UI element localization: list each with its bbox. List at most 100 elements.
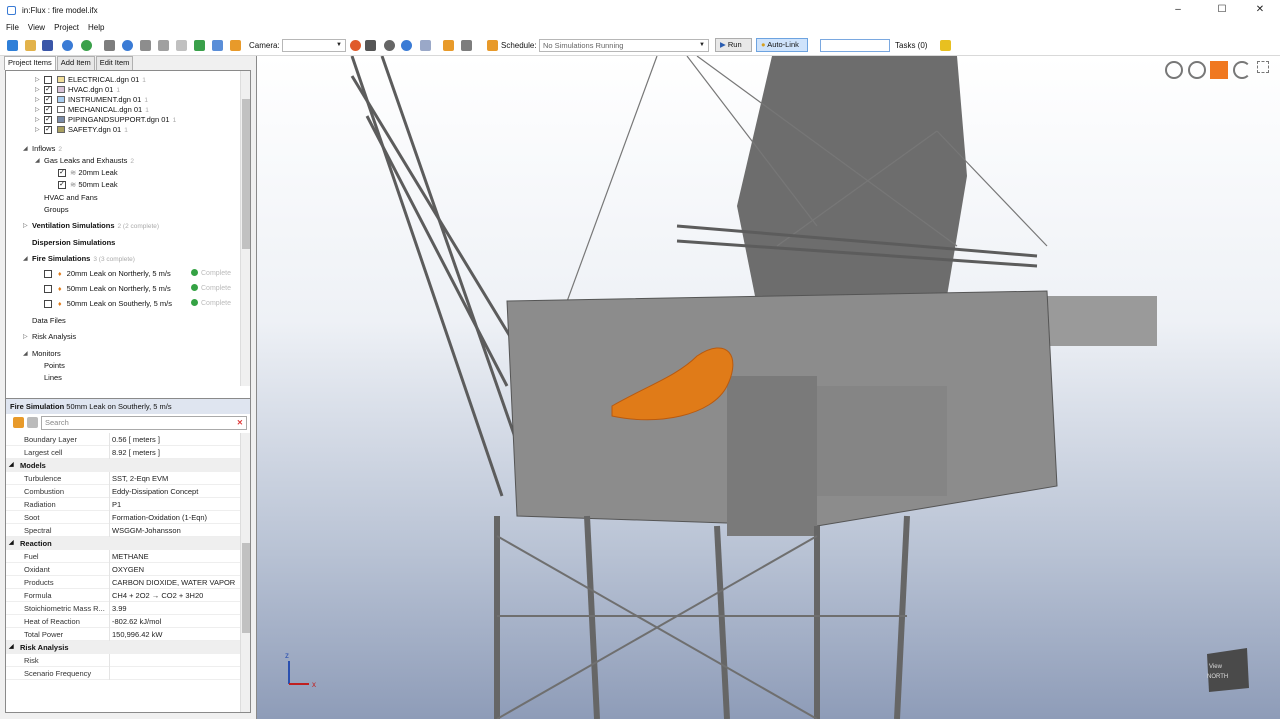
tree-dispersion[interactable]: Dispersion Simulations (32, 237, 115, 249)
line-icon[interactable] (140, 40, 151, 51)
menu-view[interactable]: View (28, 23, 45, 32)
fire-sim-checkbox[interactable] (44, 300, 52, 308)
run-button[interactable]: ▶ Run (715, 38, 752, 52)
orbit-icon[interactable] (384, 40, 395, 51)
tree-fire[interactable]: ◢ Fire Simulations 3 (3 complete) (23, 253, 135, 265)
property-row[interactable]: Boundary Layer 0.56 [ meters ] (6, 433, 240, 446)
pan-icon[interactable] (1210, 61, 1228, 79)
tree-scroll-thumb[interactable] (242, 99, 250, 249)
tree-ventilation[interactable]: ▷ Ventilation Simulations 2 (2 complete) (23, 220, 159, 232)
property-row[interactable]: Spectral WSGGM-Johansson (6, 524, 240, 537)
fan-icon[interactable] (158, 40, 169, 51)
tree-leak-50mm[interactable]: ✓ ≋ 50mm Leak (58, 179, 118, 191)
leak-50mm-checkbox[interactable]: ✓ (58, 181, 66, 189)
collapse-icon[interactable]: ◢ (9, 641, 14, 654)
auto-link-button[interactable]: ● Auto-Link (756, 38, 808, 52)
tree-scrollbar[interactable] (240, 71, 250, 386)
maximize-button[interactable]: ☐ (1206, 0, 1238, 20)
property-category[interactable]: ◢ Reaction (6, 537, 240, 550)
tree-points[interactable]: Points (44, 360, 65, 372)
tab-edit-item[interactable]: Edit Item (95, 56, 134, 70)
collapse-icon[interactable]: ◢ (23, 253, 28, 265)
collapse-icon[interactable]: ◢ (23, 348, 28, 360)
tree-leak-20mm[interactable]: ✓ ≋ 20mm Leak (58, 167, 118, 179)
tasks-label[interactable]: Tasks (0) (895, 41, 927, 50)
save-icon[interactable] (42, 40, 53, 51)
tree-hvac-fans[interactable]: HVAC and Fans (44, 192, 98, 204)
expand-icon[interactable]: ▷ (35, 124, 40, 136)
tree-inflows[interactable]: ◢ Inflows 2 (23, 143, 62, 155)
camera-icon[interactable] (365, 40, 376, 51)
tree-dgn-item[interactable]: ▷ ✓ SAFETY.dgn 01 1 (35, 124, 128, 136)
layers-icon[interactable] (194, 40, 205, 51)
property-search-input[interactable]: Search ✕ (41, 416, 247, 430)
rotate-icon[interactable] (1233, 61, 1251, 79)
fire-sim-checkbox[interactable] (44, 270, 52, 278)
clear-icon[interactable]: ✕ (237, 417, 243, 429)
tree-fire-simulation[interactable]: ♦ 50mm Leak on Southerly, 5 m/s (44, 298, 172, 310)
property-row[interactable]: Formula CH4 + 2O2 → CO2 + 3H20 (6, 589, 240, 602)
property-row[interactable]: Turbulence SST, 2-Eqn EVM (6, 472, 240, 485)
minimize-button[interactable]: – (1162, 0, 1194, 20)
stack-icon[interactable] (212, 40, 223, 51)
tree-lines[interactable]: Lines (44, 372, 62, 384)
dgn-checkbox[interactable]: ✓ (44, 126, 52, 134)
categorized-icon[interactable] (13, 417, 24, 428)
property-row[interactable]: Total Power 150,996.42 kW (6, 628, 240, 641)
grid-icon[interactable] (104, 40, 115, 51)
collapse-icon[interactable]: ◢ (9, 537, 14, 550)
cursor-icon[interactable] (461, 40, 472, 51)
expand-icon[interactable]: ▷ (23, 220, 28, 232)
dgn-checkbox[interactable]: ✓ (44, 96, 52, 104)
tree-gas-leaks[interactable]: ◢ Gas Leaks and Exhausts 2 (35, 155, 134, 167)
add-icon[interactable] (81, 40, 92, 51)
property-row[interactable]: Oxidant OXYGEN (6, 563, 240, 576)
expand-icon[interactable]: ▷ (23, 331, 28, 343)
property-row[interactable]: Products CARBON DIOXIDE, WATER VAPOR (6, 576, 240, 589)
leak-20mm-checkbox[interactable]: ✓ (58, 169, 66, 177)
fullscreen-icon[interactable] (1257, 61, 1269, 73)
view-icon[interactable] (420, 40, 431, 51)
tree-monitors[interactable]: ◢ Monitors (23, 348, 61, 360)
reset-icon[interactable] (350, 40, 361, 51)
chart-icon[interactable] (230, 40, 241, 51)
pencil-icon[interactable] (940, 40, 951, 51)
collapse-icon[interactable]: ◢ (35, 155, 40, 167)
view-cube[interactable] (1207, 648, 1249, 692)
tree-fire-simulation[interactable]: ♦ 50mm Leak on Northerly, 5 m/s (44, 283, 171, 295)
property-row[interactable]: Soot Formation-Oxidation (1-Eqn) (6, 511, 240, 524)
property-scroll-thumb[interactable] (242, 543, 250, 633)
camera-select[interactable]: ▼ (282, 39, 346, 52)
tree-data-files[interactable]: Data Files (32, 315, 66, 327)
tree-groups[interactable]: Groups (44, 204, 69, 216)
fire-sim-checkbox[interactable] (44, 285, 52, 293)
tree-fire-simulation[interactable]: ♦ 20mm Leak on Northerly, 5 m/s (44, 268, 171, 280)
tree-icon[interactable] (443, 40, 454, 51)
close-window-button[interactable]: ✕ (1244, 0, 1276, 20)
zoom-extents-icon[interactable] (1165, 61, 1183, 79)
menu-project[interactable]: Project (54, 23, 79, 32)
target-icon[interactable] (122, 40, 133, 51)
property-scrollbar[interactable] (240, 433, 250, 712)
dgn-checkbox[interactable] (44, 76, 52, 84)
property-row[interactable]: Radiation P1 (6, 498, 240, 511)
property-category[interactable]: ◢ Risk Analysis (6, 641, 240, 654)
focus-icon[interactable] (401, 40, 412, 51)
tab-add-item[interactable]: Add Item (56, 56, 95, 70)
dgn-checkbox[interactable]: ✓ (44, 86, 52, 94)
property-row[interactable]: Largest cell 8.92 [ meters ] (6, 446, 240, 459)
property-row[interactable]: Stoichiometric Mass R... 3.99 (6, 602, 240, 615)
zoom-icon[interactable] (1188, 61, 1206, 79)
property-row[interactable]: Scenario Frequency (6, 667, 240, 680)
cloud-icon[interactable] (176, 40, 187, 51)
schedule-select[interactable]: No Simulations Running ▼ (539, 39, 709, 52)
3d-viewport[interactable]: z x View NORTH (256, 56, 1280, 719)
collapse-icon[interactable]: ◢ (9, 459, 14, 472)
tab-project-items[interactable]: Project Items (4, 56, 56, 70)
collapse-icon[interactable]: ◢ (23, 143, 28, 155)
open-folder-icon[interactable] (25, 40, 36, 51)
dgn-checkbox[interactable]: ✓ (44, 106, 52, 114)
menu-help[interactable]: Help (88, 23, 104, 32)
alphabetical-icon[interactable] (27, 417, 38, 428)
property-category[interactable]: ◢ Models (6, 459, 240, 472)
